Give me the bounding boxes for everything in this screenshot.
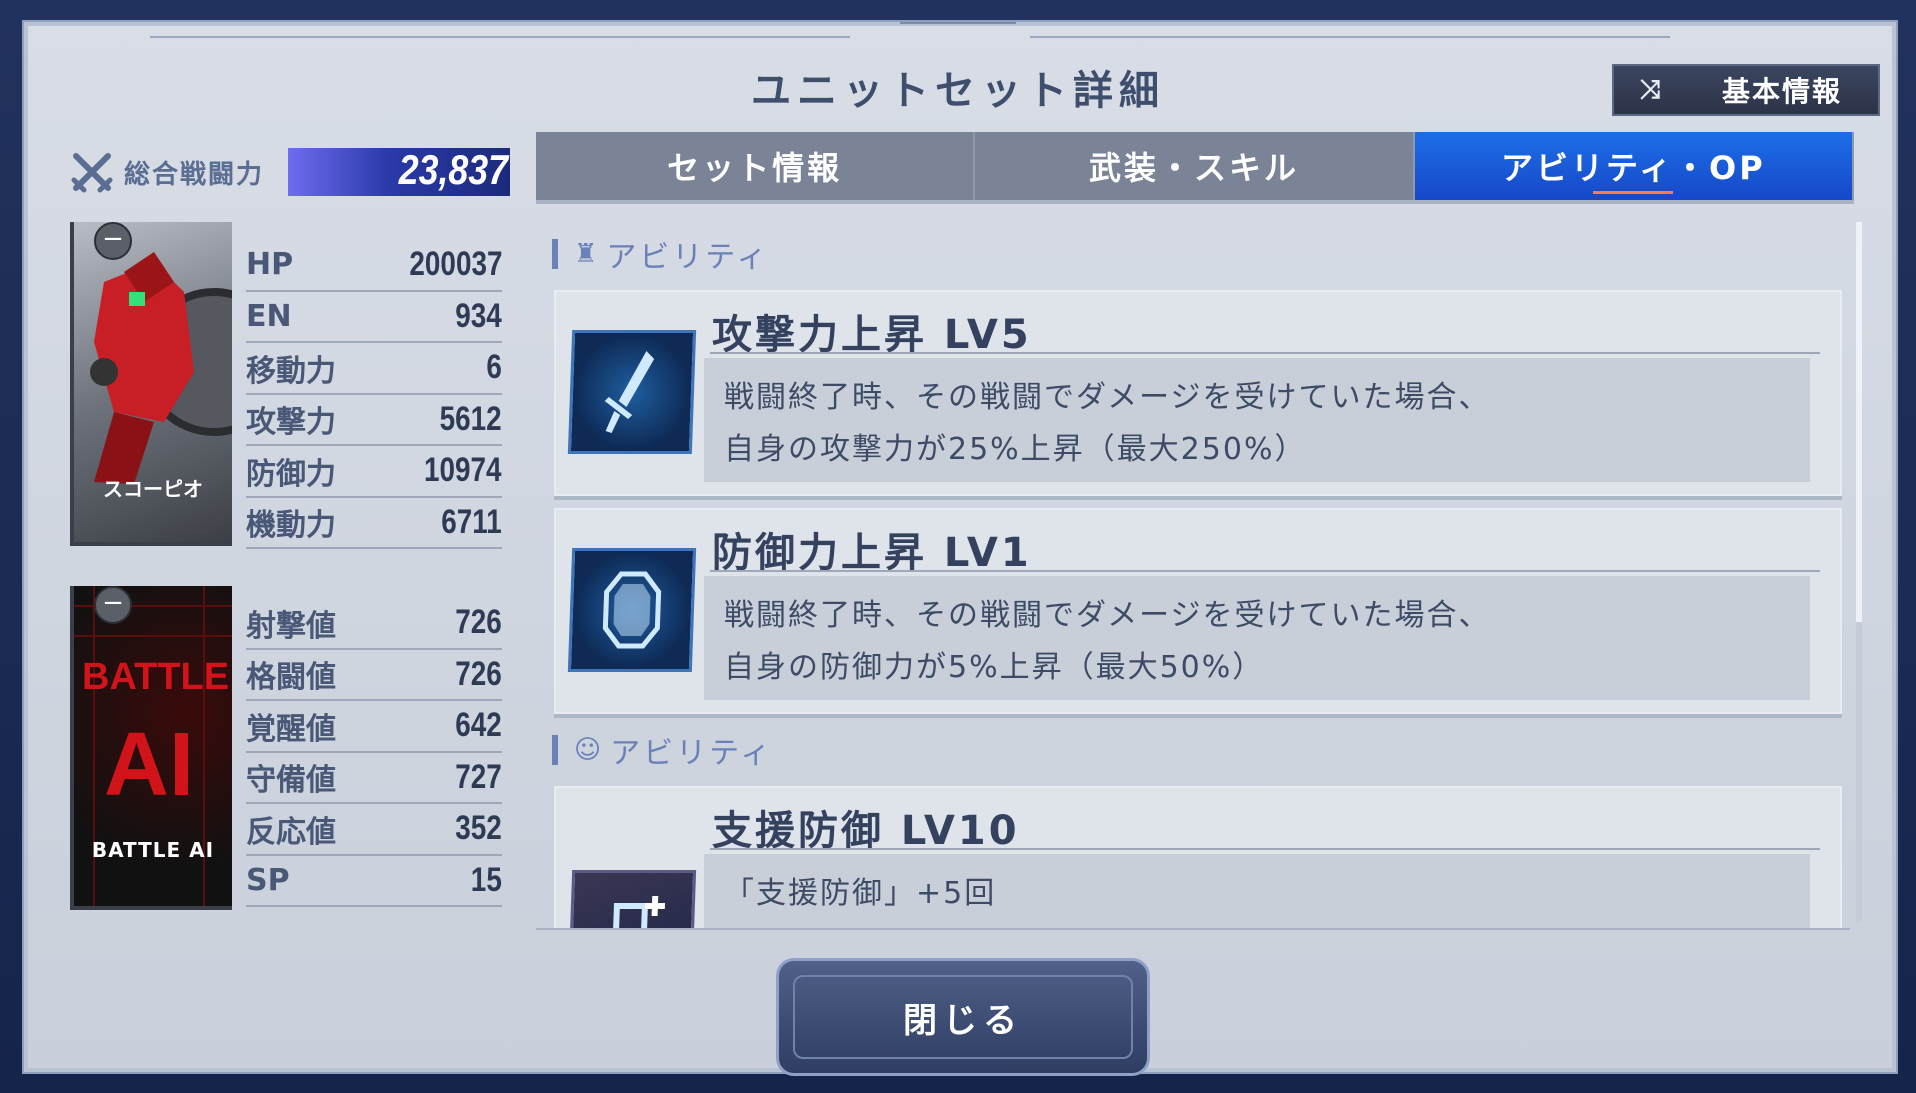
pilot-name: BATTLE AI [91, 838, 215, 862]
stat-row: 移動力 6 [246, 343, 502, 395]
divider [1030, 36, 1670, 38]
remove-unit-icon[interactable]: − [94, 222, 132, 260]
description-line: 戦闘終了時、その戦闘でダメージを受けていた場合、 [724, 380, 1491, 415]
tab-set-info[interactable]: セット情報 [536, 132, 976, 200]
remove-pilot-icon[interactable]: − [94, 586, 132, 624]
stat-value: 200037 [408, 245, 502, 284]
ability-item[interactable]: 防御力上昇 LV1 戦闘終了時、その戦闘でダメージを受けていた場合、 自身の防御… [554, 508, 1842, 718]
description-line: 「支援防御」+5回 [724, 876, 997, 911]
tab-label: アビリティ・OP [1500, 149, 1766, 187]
shuffle-icon: ⤨ [1639, 74, 1661, 105]
description-line: 自身の防御力が5%上昇（最大50%） [724, 650, 1265, 685]
description-line: 戦闘終了時、その戦闘でダメージを受けていた場合、 [724, 598, 1491, 633]
stat-label: 防御力 [246, 456, 336, 492]
stat-row: 反応値 352 [246, 804, 502, 856]
pilot-card[interactable]: − BATTLE AI BATTLE AI [70, 586, 232, 910]
stat-label: 覚醒値 [246, 711, 336, 747]
description-line: 自身の攻撃力が25%上昇（最大250%） [724, 432, 1307, 467]
stat-label: EN [246, 298, 292, 334]
sword-glyph [604, 351, 655, 433]
stat-row: 覚醒値 642 [246, 701, 502, 753]
basic-info-label: 基本情報 [1721, 75, 1842, 108]
stat-label: 移動力 [246, 353, 336, 389]
stat-label: 機動力 [246, 508, 336, 544]
section-heading-pilot: ☺ アビリティ [552, 730, 774, 771]
section-title: アビリティ [610, 736, 774, 771]
pilot-card-logo: AI [104, 715, 194, 815]
stat-value: 10974 [424, 451, 502, 490]
stat-value: 5612 [439, 399, 502, 438]
stat-label: 射撃値 [246, 608, 336, 644]
stat-row: 守備値 727 [246, 753, 502, 804]
total-power-label: 総合戦闘力 [124, 160, 265, 190]
ability-description: 「支援防御」+5回 [704, 854, 1810, 928]
stat-label: 攻撃力 [246, 405, 336, 441]
tab-weapons-skills[interactable]: 武装・スキル [975, 132, 1415, 200]
decoration [900, 8, 1016, 24]
stat-label: 守備値 [246, 763, 336, 799]
tab-bar: セット情報 武装・スキル アビリティ・OP [536, 132, 1854, 204]
active-tab-indicator [1593, 191, 1674, 194]
stat-row: HP 200037 [246, 240, 502, 292]
stat-label: 反応値 [246, 814, 336, 850]
stat-label: 格闘値 [246, 660, 336, 696]
stat-label: HP [246, 247, 294, 283]
support-defense-icon [567, 870, 697, 928]
scrollbar-thumb[interactable] [1856, 222, 1862, 622]
unit-icon: ♜ [574, 239, 601, 269]
tab-label: セット情報 [667, 149, 843, 187]
sword-icon [567, 330, 697, 454]
stat-row: 格闘値 726 [246, 650, 502, 701]
stat-value: 15 [470, 860, 502, 899]
unit-stats: HP 200037 EN 934 移動力 6 攻撃力 5612 防御力 10974 機動力… [246, 240, 502, 549]
shield-glyph [602, 571, 662, 649]
stat-row: SP 15 [246, 856, 502, 907]
stat-label: SP [246, 862, 290, 898]
stat-value: 726 [455, 603, 502, 642]
stat-value: 934 [455, 296, 502, 335]
stat-row: 射撃値 726 [246, 598, 502, 650]
unit-name: スコーピオ [103, 477, 203, 501]
tab-label: 武装・スキル [1088, 149, 1299, 187]
ability-description: 戦闘終了時、その戦闘でダメージを受けていた場合、 自身の防御力が5%上昇（最大5… [704, 576, 1810, 700]
pilot-icon: ☺ [574, 735, 605, 765]
divider [710, 848, 1820, 850]
tab-ability-op[interactable]: アビリティ・OP [1414, 132, 1854, 200]
stat-value: 727 [455, 757, 502, 796]
stat-value: 726 [455, 654, 502, 693]
ability-item[interactable]: 攻撃力上昇 LV5 戦闘終了時、その戦闘でダメージを受けていた場合、 自身の攻撃… [554, 290, 1842, 500]
support-defense-glyph [612, 896, 666, 928]
total-power-value: 23,837 [398, 146, 508, 193]
section-bar [552, 239, 558, 269]
section-heading-unit: ♜ アビリティ [552, 234, 770, 275]
stat-row: EN 934 [246, 292, 502, 343]
pilot-stats: 射撃値 726 格闘値 726 覚醒値 642 守備値 727 反応値 352 SP 15 [246, 598, 502, 907]
close-button[interactable]: 閉じる [776, 958, 1150, 1076]
crossed-swords-icon [71, 153, 113, 193]
stat-value: 6 [486, 348, 502, 387]
close-button-label: 閉じる [903, 1000, 1023, 1041]
shield-icon [567, 548, 697, 672]
stat-row: 防御力 10974 [246, 446, 502, 498]
divider [150, 36, 850, 38]
stat-value: 352 [455, 809, 502, 848]
divider [710, 352, 1820, 354]
basic-info-button[interactable]: ⤨ 基本情報 [1612, 64, 1880, 116]
unit-card[interactable]: − スコーピオ [70, 222, 232, 546]
stat-value: 6711 [441, 502, 502, 541]
pilot-card-text: BATTLE [82, 656, 230, 698]
stat-value: 642 [455, 706, 502, 745]
section-bar [552, 735, 558, 765]
ability-description: 戦闘終了時、その戦闘でダメージを受けていた場合、 自身の攻撃力が25%上昇（最大… [704, 358, 1810, 482]
stat-row: 機動力 6711 [246, 498, 502, 549]
divider [710, 570, 1820, 572]
section-title: アビリティ [606, 240, 770, 275]
ability-item[interactable]: 支援防御 LV10 「支援防御」+5回 [554, 786, 1842, 928]
stat-row: 攻撃力 5612 [246, 395, 502, 446]
ability-list[interactable]: ♜ アビリティ 攻撃力上昇 LV5 戦闘終了時、その戦闘でダメージを受けていた場… [536, 210, 1850, 930]
